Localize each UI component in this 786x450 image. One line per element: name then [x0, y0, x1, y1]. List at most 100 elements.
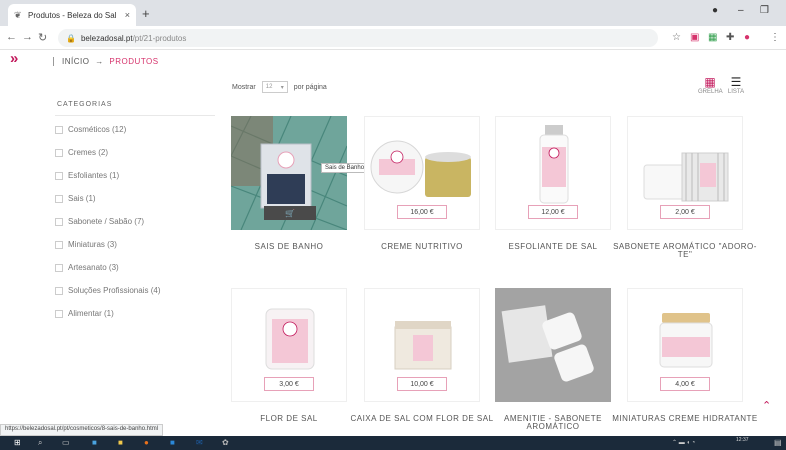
- back-icon[interactable]: ←: [6, 31, 17, 43]
- minimize-icon[interactable]: –: [738, 5, 744, 16]
- url-path: /pt/21-produtos: [132, 33, 187, 43]
- product-price: 2,00 €: [660, 205, 710, 219]
- taskbar-clock[interactable]: 12:37: [736, 437, 749, 443]
- category-item[interactable]: Soluções Profissionais (4): [55, 279, 160, 302]
- product-card-amenitie-sabonete[interactable]: [495, 288, 611, 402]
- product-name[interactable]: MINIATURAS CREME HIDRATANTE: [610, 415, 760, 423]
- breadcrumb: INÍCIO → PRODUTOS: [53, 57, 159, 66]
- product-name[interactable]: CREME NUTRITIVO: [347, 243, 497, 251]
- chrome-icon[interactable]: ●: [144, 438, 149, 448]
- categories-heading: CATEGORIAS: [57, 101, 113, 108]
- chevron-down-icon: ▾: [280, 84, 284, 91]
- product-image[interactable]: [495, 288, 611, 402]
- status-url: https://belezadosal.pt/pt/cosmeticos/8-s…: [0, 424, 164, 436]
- edge-icon[interactable]: ■: [92, 438, 97, 448]
- product-card-miniaturas-creme[interactable]: 4,00 €: [627, 288, 743, 402]
- category-checkbox[interactable]: [55, 263, 63, 272]
- category-checkbox[interactable]: [55, 217, 63, 226]
- category-label: Esfoliantes (1): [68, 171, 120, 180]
- app-icon[interactable]: ✿: [222, 438, 229, 448]
- product-card-flor-de-sal[interactable]: 3,00 €: [231, 288, 347, 402]
- bookmark-star-icon[interactable]: ☆: [672, 32, 681, 43]
- grid-icon: ▦: [704, 75, 716, 89]
- category-checkbox[interactable]: [55, 286, 63, 295]
- list-icon: ☰: [730, 75, 742, 89]
- category-item[interactable]: Sabonete / Sabão (7): [55, 210, 160, 233]
- lock-icon: 🔒: [66, 33, 76, 43]
- reload-icon[interactable]: ↻: [38, 31, 47, 44]
- breadcrumb-home[interactable]: INÍCIO: [62, 57, 89, 66]
- product-name[interactable]: SABONETE AROMÁTICO "ADORO-TE": [610, 243, 760, 259]
- category-label: Alimentar (1): [68, 309, 114, 318]
- scroll-to-top-icon[interactable]: ⌃: [762, 399, 771, 412]
- forward-icon[interactable]: →: [22, 31, 33, 43]
- product-name[interactable]: ESFOLIANTE DE SAL: [478, 243, 628, 251]
- add-to-cart-button[interactable]: 🛒: [264, 206, 316, 220]
- profile-icon[interactable]: ●: [712, 5, 718, 16]
- windows-start-icon[interactable]: ⊞: [14, 438, 21, 448]
- product-card-creme-nutritivo[interactable]: 16,00 €: [364, 116, 480, 230]
- os-taskbar: ⊞ ⌕ ▭ ■ ■ ● ■ ✉ ✿ ⌃ ▬ ◖ ◔ 12:37 ▤: [0, 436, 786, 450]
- url-domain: belezadosal.pt: [80, 33, 133, 43]
- categories-divider: [55, 115, 215, 116]
- extension-icon[interactable]: ▣: [690, 32, 699, 43]
- extensions-puzzle-icon[interactable]: ✚: [726, 32, 734, 43]
- product-card-esfoliante-de-sal[interactable]: 12,00 €: [495, 116, 611, 230]
- category-item[interactable]: Miniaturas (3): [55, 233, 160, 256]
- product-price: 12,00 €: [528, 205, 578, 219]
- product-tooltip: Sais de Banho: [321, 163, 369, 173]
- product-card-sabonete-adoro-te[interactable]: 2,00 €: [627, 116, 743, 230]
- restore-icon[interactable]: ❐: [760, 5, 769, 16]
- category-checkbox[interactable]: [55, 125, 63, 134]
- search-icon[interactable]: ⌕: [38, 438, 42, 448]
- browser-menu-icon[interactable]: ⋮: [770, 32, 780, 43]
- menu-toggle-icon[interactable]: »: [10, 50, 18, 67]
- category-checkbox[interactable]: [55, 194, 63, 203]
- notifications-icon[interactable]: ▤: [774, 438, 782, 448]
- product-card-caixa-de-sal[interactable]: 10,00 €: [364, 288, 480, 402]
- category-item[interactable]: Alimentar (1): [55, 302, 160, 325]
- category-item[interactable]: Esfoliantes (1): [55, 164, 160, 187]
- browser-address-bar: ← → ↻ 🔒 belezadosal.pt /pt/21-produtos ☆…: [0, 26, 786, 50]
- category-label: Sabonete / Sabão (7): [68, 217, 145, 226]
- show-label: Mostrar: [232, 83, 256, 91]
- breadcrumb-separator: →: [95, 57, 104, 66]
- product-price: 4,00 €: [660, 377, 710, 391]
- category-checkbox[interactable]: [55, 148, 63, 157]
- per-page-label: por página: [293, 83, 327, 91]
- account-avatar-icon[interactable]: ●: [744, 32, 750, 43]
- task-view-icon[interactable]: ▭: [62, 438, 70, 448]
- extension-sheets-icon[interactable]: ▦: [708, 32, 717, 43]
- category-label: Artesanato (3): [68, 263, 119, 272]
- clock-time: 12:37: [736, 437, 749, 443]
- mail-icon[interactable]: ✉: [196, 438, 203, 448]
- category-checkbox[interactable]: [55, 240, 63, 249]
- product-name[interactable]: SAIS DE BANHO: [214, 243, 364, 251]
- file-explorer-icon[interactable]: ■: [118, 438, 123, 448]
- per-page-select[interactable]: 12 ▾: [261, 81, 288, 93]
- new-tab-button[interactable]: +: [142, 6, 150, 21]
- product-price: 10,00 €: [397, 377, 447, 391]
- tab-title: Produtos - Beleza do Sal: [28, 10, 117, 20]
- category-label: Miniaturas (3): [68, 240, 117, 249]
- category-item[interactable]: Cremes (2): [55, 141, 160, 164]
- category-item[interactable]: Cosméticos (12): [55, 118, 160, 141]
- tab-close-icon[interactable]: ×: [125, 10, 130, 20]
- per-page-value: 12: [265, 84, 273, 90]
- store-icon[interactable]: ■: [170, 438, 175, 448]
- system-tray-icons[interactable]: ⌃ ▬ ◖ ◔: [672, 438, 695, 448]
- product-price: 3,00 €: [264, 377, 314, 391]
- browser-tab[interactable]: ❦ Produtos - Beleza do Sal ×: [8, 4, 136, 26]
- url-input[interactable]: 🔒 belezadosal.pt /pt/21-produtos: [58, 29, 658, 47]
- breadcrumb-current: PRODUTOS: [109, 57, 159, 66]
- category-checkbox[interactable]: [55, 171, 63, 180]
- product-name[interactable]: AMENITIE - SABONETE AROMÁTICO: [478, 415, 628, 431]
- category-item[interactable]: Artesanato (3): [55, 256, 160, 279]
- product-name[interactable]: CAIXA DE SAL COM FLOR DE SAL: [347, 415, 497, 423]
- category-checkbox[interactable]: [55, 309, 63, 318]
- list-view-toggle[interactable]: ☰ LISTA: [724, 75, 748, 95]
- product-name[interactable]: FLOR DE SAL: [214, 415, 364, 423]
- product-card-sais-de-banho[interactable]: Sais de Banho 🛒: [231, 116, 369, 230]
- category-item[interactable]: Sais (1): [55, 187, 160, 210]
- grid-view-toggle[interactable]: ▦ GRELHA: [698, 75, 723, 95]
